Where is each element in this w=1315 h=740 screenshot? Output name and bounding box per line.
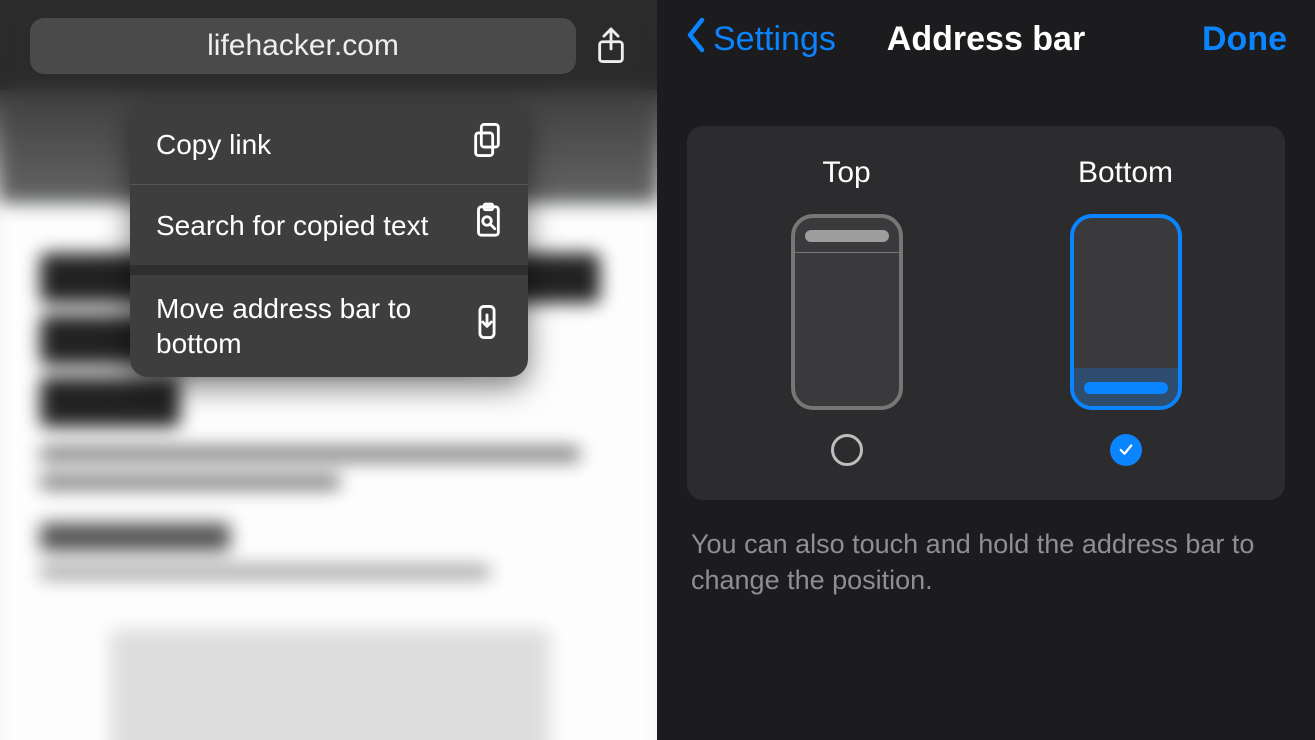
done-button[interactable]: Done — [1202, 20, 1287, 59]
copy-docs-icon — [470, 120, 504, 168]
phone-preview-bottom — [1070, 214, 1182, 410]
address-bar-position-card: Top Bottom — [687, 126, 1285, 500]
browser-screenshot: lifehacker.com Copy link — [0, 0, 657, 740]
menu-item-move-address-bar[interactable]: Move address bar to bottom — [130, 275, 528, 377]
radio-selected-icon — [1110, 434, 1142, 466]
menu-item-copy-link[interactable]: Copy link — [130, 104, 528, 184]
option-top-label: Top — [822, 156, 870, 190]
address-bar[interactable]: lifehacker.com — [30, 18, 576, 74]
phone-arrow-down-icon — [470, 302, 504, 350]
helper-text: You can also touch and hold the address … — [691, 526, 1281, 599]
menu-group-separator — [130, 265, 528, 275]
address-bar-url: lifehacker.com — [207, 29, 399, 63]
menu-item-label: Search for copied text — [156, 208, 470, 243]
chevron-left-icon — [685, 17, 713, 62]
option-bottom-label: Bottom — [1078, 156, 1173, 190]
context-menu: Copy link Search for copied text — [130, 104, 528, 377]
option-bottom[interactable]: Bottom — [986, 156, 1265, 466]
back-button-label: Settings — [713, 20, 836, 59]
option-top[interactable]: Top — [707, 156, 986, 466]
back-button[interactable]: Settings — [685, 17, 836, 62]
clipboard-search-icon — [470, 201, 504, 249]
menu-item-search-copied[interactable]: Search for copied text — [130, 185, 528, 265]
navigation-bar: Settings Address bar Done — [657, 0, 1315, 78]
menu-item-label: Copy link — [156, 127, 470, 162]
share-icon[interactable] — [594, 26, 628, 66]
settings-address-bar-screen: Settings Address bar Done Top Bottom — [657, 0, 1315, 740]
menu-item-label: Move address bar to bottom — [156, 291, 470, 361]
phone-preview-top — [791, 214, 903, 410]
radio-unselected-icon — [831, 434, 863, 466]
